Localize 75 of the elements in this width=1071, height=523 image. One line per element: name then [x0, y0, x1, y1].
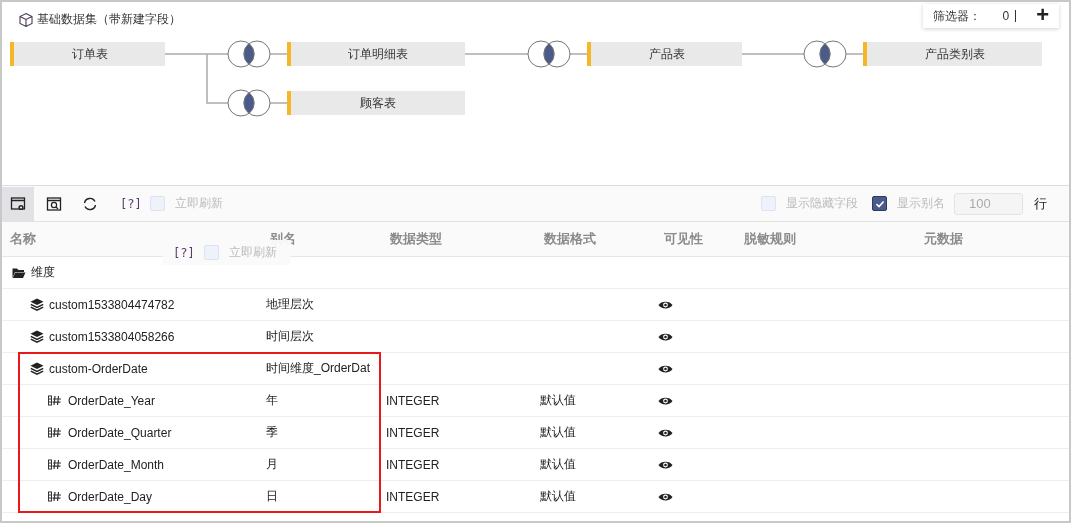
alias-text: 地理层次	[266, 297, 314, 311]
number-field-icon	[48, 427, 63, 438]
field-name: 维度	[31, 264, 55, 281]
eye-icon[interactable]	[658, 491, 673, 502]
filter-label: 筛选器：	[933, 7, 981, 25]
field-row[interactable]: custom1533804474782 地理层次	[2, 289, 1069, 321]
help-link[interactable]: [?]	[120, 196, 142, 211]
number-field-icon	[48, 395, 63, 406]
number-field-icon	[48, 491, 63, 502]
connector-line	[464, 53, 529, 55]
connector-line	[269, 102, 288, 104]
alias-text: 时间层次	[266, 329, 314, 343]
filter-count: 0	[1002, 10, 1017, 22]
rows-unit-label: 行	[1034, 194, 1047, 213]
show-alias-label: 显示别名	[897, 195, 945, 212]
eye-icon[interactable]	[658, 395, 673, 406]
auto-refresh-checkbox[interactable]	[203, 245, 219, 260]
table-node[interactable]: 产品类别表	[863, 42, 1042, 66]
cube-icon	[18, 11, 34, 28]
show-hidden-label: 显示隐藏字段	[786, 196, 858, 210]
connector-line	[269, 53, 288, 55]
field-name: custom1533804474782	[49, 297, 175, 312]
folder-icon	[12, 266, 26, 279]
join-icon[interactable]	[803, 40, 847, 68]
field-row[interactable]: OrderDate_Day 日 INTEGER 默认值	[2, 481, 1069, 513]
connector-line	[741, 53, 805, 55]
refresh-icon	[82, 195, 98, 212]
data-format-text: 默认值	[540, 393, 576, 407]
field-row[interactable]: OrderDate_Quarter 季 INTEGER 默认值	[2, 417, 1069, 449]
data-type-text: INTEGER	[386, 393, 440, 408]
add-filter-button[interactable]: +	[1036, 5, 1049, 25]
eye-icon[interactable]	[658, 363, 673, 374]
join-icon[interactable]	[227, 89, 271, 117]
field-name: custom-OrderDate	[49, 361, 148, 376]
table-node[interactable]: 产品表	[587, 42, 742, 66]
alias-text: 年	[266, 393, 278, 407]
field-row[interactable]: custom-OrderDate 时间维度_OrderDat	[2, 353, 1069, 385]
table-node[interactable]: 订单表	[10, 42, 165, 66]
eye-icon[interactable]	[658, 427, 673, 438]
data-format-text: 默认值	[540, 457, 576, 471]
alias-text: 日	[266, 489, 278, 503]
join-icon[interactable]	[227, 40, 271, 68]
alias-text: 季	[266, 425, 278, 439]
connector-line	[845, 53, 864, 55]
field-row[interactable]: OrderDate_Month 月 INTEGER 默认值	[2, 449, 1069, 481]
field-name: OrderDate_Month	[68, 457, 165, 472]
eye-icon[interactable]	[658, 331, 673, 342]
data-format-text: 默认值	[540, 425, 576, 439]
layers-icon	[30, 298, 44, 311]
field-name: OrderDate_Day	[68, 489, 153, 504]
data-format-text: 默认值	[540, 489, 576, 503]
eye-icon[interactable]	[658, 459, 673, 470]
join-icon[interactable]	[527, 40, 571, 68]
check-icon	[874, 198, 885, 209]
field-name: custom1533804058266	[49, 329, 175, 344]
number-field-icon	[48, 459, 63, 470]
eye-icon[interactable]	[658, 299, 673, 310]
settings-window-icon	[10, 195, 26, 212]
table-node[interactable]: 订单明细表	[287, 42, 465, 66]
connector-line	[569, 53, 588, 55]
preview-window-icon	[46, 195, 62, 212]
data-type-text: INTEGER	[386, 425, 440, 440]
field-row[interactable]: OrderDate_Year 年 INTEGER 默认值	[2, 385, 1069, 417]
data-type-text: INTEGER	[386, 457, 440, 472]
layers-icon	[30, 362, 44, 375]
alias-text: 时间维度_OrderDat	[266, 361, 371, 375]
field-row[interactable]: custom1533804058266 时间层次	[2, 321, 1069, 353]
dataset-title: 基础数据集（带新建字段）	[37, 11, 181, 28]
alias-text: 月	[266, 457, 278, 471]
field-name: OrderDate_Year	[68, 393, 155, 408]
data-type-text: INTEGER	[386, 489, 440, 504]
field-name: OrderDate_Quarter	[68, 425, 172, 440]
view-button[interactable]	[2, 186, 34, 221]
layers-icon	[30, 330, 44, 343]
table-node[interactable]: 顾客表	[287, 91, 465, 115]
